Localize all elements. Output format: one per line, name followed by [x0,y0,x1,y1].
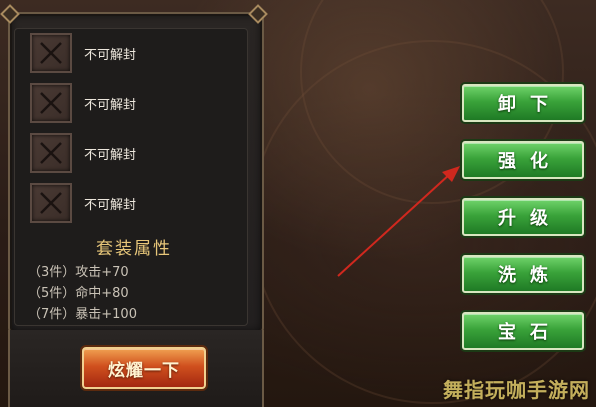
slot-label: 不可解封 [84,147,137,163]
set-bonus-line: （7件）暴击+100 [28,307,137,322]
unequip-button[interactable]: 卸下 [462,84,584,122]
set-bonus-line: （5件）命中+80 [28,286,129,301]
locked-x-icon [40,92,62,114]
locked-slot[interactable] [30,133,72,173]
slot-row[interactable]: 不可解封 [30,83,136,123]
slot-label: 不可解封 [84,47,137,63]
gem-button[interactable]: 宝石 [462,312,584,350]
locked-slot[interactable] [30,33,72,73]
pointer-arrow-icon [337,166,460,277]
set-bonus-title: 套装属性 [96,239,172,259]
slot-row[interactable]: 不可解封 [30,133,136,173]
locked-slot[interactable] [30,183,72,223]
enhance-button[interactable]: 强化 [462,141,584,179]
locked-x-icon [40,192,62,214]
locked-slot[interactable] [30,83,72,123]
locked-x-icon [40,142,62,164]
refine-button[interactable]: 洗炼 [462,255,584,293]
slot-row[interactable]: 不可解封 [30,183,136,223]
flaunt-button[interactable]: 炫耀一下 [82,347,206,389]
slot-label: 不可解封 [84,197,137,213]
upgrade-button[interactable]: 升级 [462,198,584,236]
slot-row[interactable]: 不可解封 [30,33,136,73]
set-bonus-line: （3件）攻击+70 [28,265,129,280]
slot-label: 不可解封 [84,97,137,113]
watermark: 舞指玩咖手游网 [443,378,590,402]
locked-x-icon [40,42,62,64]
